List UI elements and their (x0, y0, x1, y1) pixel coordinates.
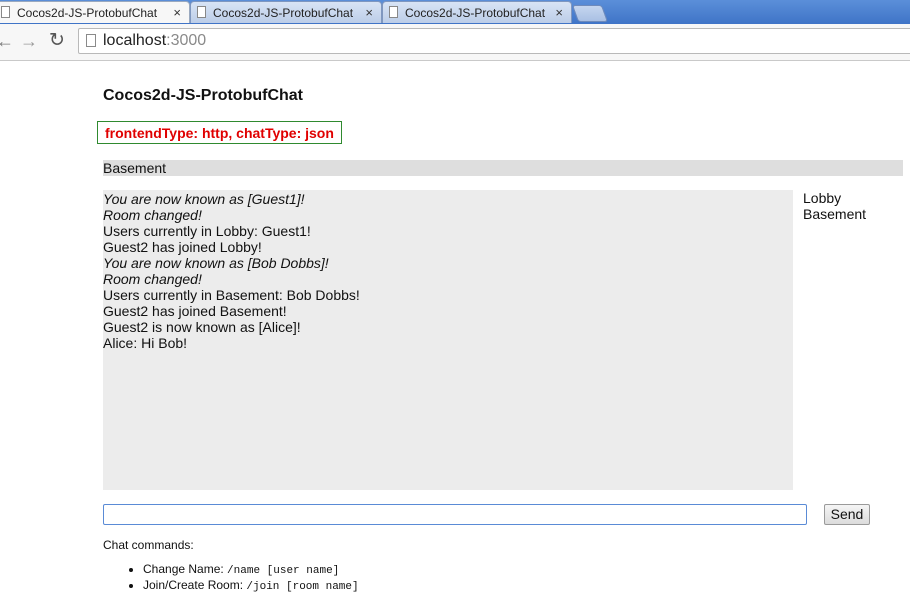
url-host: localhost (103, 32, 167, 49)
browser-tab-2[interactable]: Cocos2d-JS-ProtobufChat × (190, 1, 382, 23)
room-list: Lobby Basement (803, 190, 866, 222)
browser-toolbar: ← → ↻ localhost:3000 (0, 24, 910, 61)
room-item-basement[interactable]: Basement (803, 206, 866, 222)
message-system: Room changed! (103, 207, 202, 223)
command-label: Join/Create Room: (143, 578, 247, 592)
command-syntax: /name [user name] (227, 565, 340, 577)
message-item: Guest2 is now known as [Alice]! (103, 319, 301, 335)
message-item: Guest2 has joined Lobby! (103, 239, 262, 255)
command-label: Change Name: (143, 562, 228, 576)
tab-title: Cocos2d-JS-ProtobufChat (405, 6, 546, 20)
forward-arrow-icon[interactable]: → (20, 30, 38, 52)
browser-tab-strip: Cocos2d-JS-ProtobufChat × Cocos2d-JS-Pro… (0, 0, 910, 24)
message-item: Users currently in Basement: Bob Dobbs! (103, 287, 360, 303)
page-icon (86, 34, 96, 47)
current-room-bar: Basement (103, 160, 903, 176)
page-icon (197, 6, 206, 18)
command-syntax: /join [room name] (246, 581, 359, 593)
room-item-lobby[interactable]: Lobby (803, 190, 866, 206)
page-icon (1, 6, 10, 18)
close-tab-icon[interactable]: × (173, 2, 181, 24)
page-title: Cocos2d-JS-ProtobufChat (103, 87, 303, 104)
url-text[interactable]: localhost:3000 (103, 31, 206, 51)
close-tab-icon[interactable]: × (555, 2, 563, 24)
tab-title: Cocos2d-JS-ProtobufChat (213, 6, 354, 20)
close-tab-icon[interactable]: × (365, 2, 373, 24)
message-input[interactable] (103, 504, 807, 525)
browser-tab-1[interactable]: Cocos2d-JS-ProtobufChat × (0, 1, 190, 23)
message-item: Guest2 has joined Basement! (103, 303, 287, 319)
message-item: Users currently in Lobby: Guest1! (103, 223, 311, 239)
url-port: :3000 (166, 32, 207, 49)
back-arrow-icon[interactable]: ← (0, 30, 14, 52)
reload-icon[interactable]: ↻ (49, 30, 65, 52)
message-log[interactable]: You are now known as [Guest1]! Room chan… (103, 190, 793, 490)
message-system: Room changed! (103, 271, 202, 287)
page-icon (389, 6, 398, 18)
new-tab-button[interactable] (571, 5, 609, 22)
chat-commands-heading: Chat commands: (103, 538, 194, 552)
type-info-badge: frontendType: http, chatType: json (97, 121, 342, 144)
command-item: Change Name: /name [user name] (143, 562, 359, 578)
message-system: You are now known as [Bob Dobbs]! (103, 255, 329, 271)
command-item: Join/Create Room: /join [room name] (143, 578, 359, 594)
tab-title: Cocos2d-JS-ProtobufChat (17, 6, 158, 20)
message-item: Alice: Hi Bob! (103, 335, 188, 351)
send-button[interactable]: Send (824, 504, 870, 525)
address-bar[interactable]: localhost:3000 (78, 28, 910, 54)
chat-commands-list: Change Name: /name [user name] Join/Crea… (103, 562, 359, 594)
browser-tab-3[interactable]: Cocos2d-JS-ProtobufChat × (382, 1, 572, 23)
message-system: You are now known as [Guest1]! (103, 191, 305, 207)
